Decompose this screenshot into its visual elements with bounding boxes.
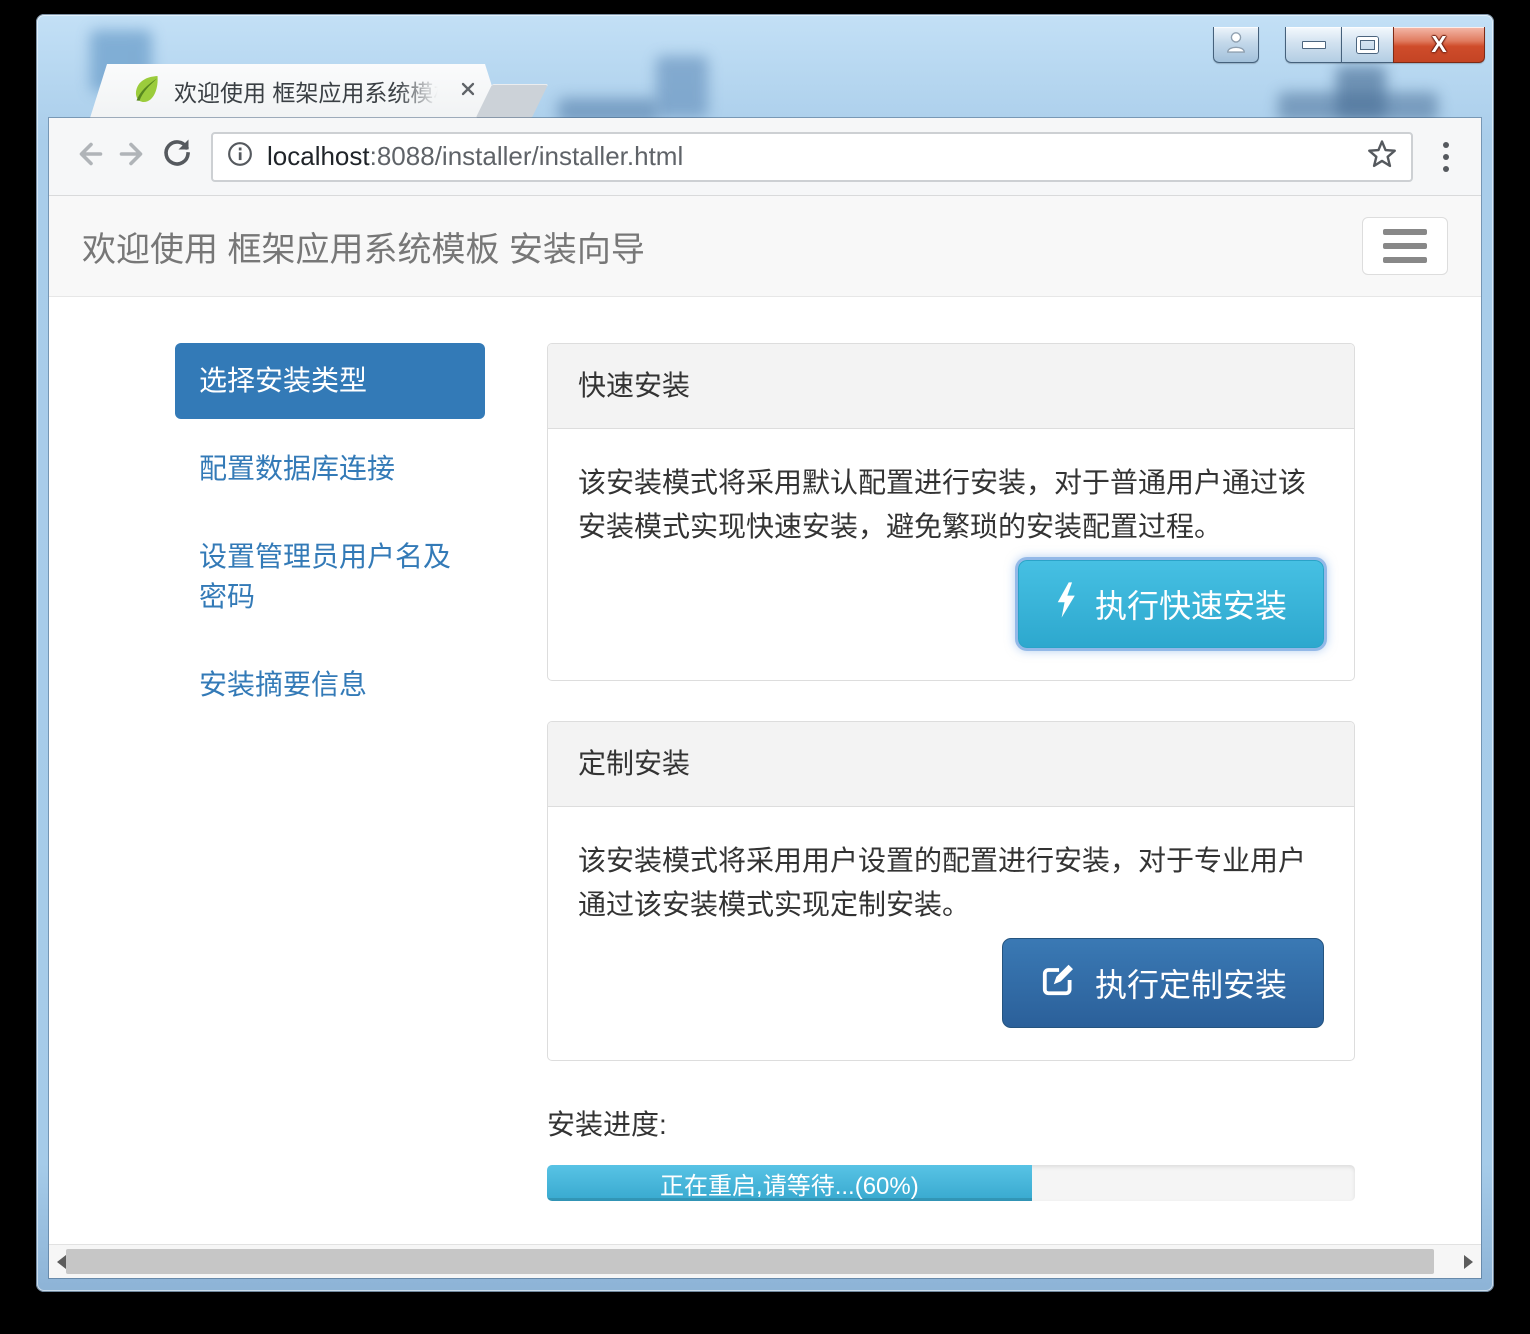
install-options: 快速安装 该安装模式将采用默认配置进行安装，对于普通用户通过该安装模式实现快速安…: [547, 343, 1355, 1061]
maximize-icon: [1357, 37, 1378, 53]
progress-bar: 正在重启,请等待...(60%): [547, 1165, 1355, 1201]
glass-blur-shape: [1336, 66, 1386, 118]
scroll-right-arrow-icon[interactable]: [1464, 1255, 1473, 1269]
minimize-button[interactable]: [1285, 27, 1341, 63]
kebab-menu-icon: [1443, 142, 1449, 148]
hamburger-icon: [1383, 229, 1427, 235]
panel-description: 该安装模式将采用默认配置进行安装，对于普通用户通过该安装模式实现快速安装，避免繁…: [578, 461, 1324, 549]
maximize-button[interactable]: [1341, 27, 1393, 63]
glass-blur-shape: [558, 98, 658, 118]
reload-button[interactable]: [155, 135, 199, 179]
page-navbar: 欢迎使用 框架应用系统模板 安装向导: [49, 196, 1481, 297]
window-controls: X: [1213, 27, 1485, 63]
main-content: 选择安装类型 配置数据库连接 设置管理员用户名及密码 安装摘要信息 快速安装 该…: [175, 343, 1481, 1061]
scrollbar-thumb[interactable]: [66, 1249, 1434, 1274]
address-bar[interactable]: localhost:8088/installer/installer.html: [211, 132, 1413, 182]
lightning-icon: [1055, 582, 1077, 626]
url-host: localhost: [267, 141, 370, 171]
forward-button[interactable]: [111, 135, 155, 179]
browser-tab[interactable]: 欢迎使用 框架应用系统模板 安装向导: [90, 64, 502, 118]
navbar-toggle-button[interactable]: [1362, 217, 1448, 275]
sidebar-item-install-type[interactable]: 选择安装类型: [175, 343, 485, 419]
horizontal-scrollbar[interactable]: [49, 1244, 1481, 1278]
sidebar-item-database-config[interactable]: 配置数据库连接: [175, 431, 485, 507]
install-progress-section: 安装进度: 正在重启,请等待...(60%): [547, 1103, 1355, 1201]
edit-icon: [1039, 960, 1077, 1006]
url-text[interactable]: localhost:8088/installer/installer.html: [267, 141, 683, 172]
progress-fill: 正在重启,请等待...(60%): [547, 1165, 1032, 1201]
tab-title: 欢迎使用 框架应用系统模板 安装向导: [174, 74, 446, 108]
forward-arrow-icon: [115, 136, 151, 177]
back-button[interactable]: [67, 135, 111, 179]
panel-description: 该安装模式将采用用户设置的配置进行安装，对于专业用户通过该安装模式实现定制安装。: [578, 839, 1324, 927]
sidebar-item-install-summary[interactable]: 安装摘要信息: [175, 647, 485, 723]
browser-window: X 欢迎使用 框架应用系统模板 安装向导: [36, 14, 1494, 1292]
url-path: :8088/installer/installer.html: [370, 141, 684, 171]
info-icon[interactable]: [227, 141, 253, 172]
custom-install-button[interactable]: 执行定制安装: [1002, 938, 1324, 1028]
browser-menu-button[interactable]: [1437, 136, 1455, 178]
back-arrow-icon: [71, 136, 107, 177]
glass-blur-shape: [656, 56, 708, 118]
browser-toolbar: localhost:8088/installer/installer.html: [49, 118, 1481, 196]
browser-chrome: localhost:8088/installer/installer.html …: [49, 118, 1481, 1278]
panel-title: 定制安装: [548, 722, 1354, 807]
sidebar-item-admin-account[interactable]: 设置管理员用户名及密码: [175, 519, 485, 635]
panel-title: 快速安装: [548, 344, 1354, 429]
leaf-favicon-icon: [130, 73, 162, 110]
quick-install-button[interactable]: 执行快速安装: [1018, 560, 1324, 648]
person-icon: [1225, 30, 1247, 59]
page-viewport: 欢迎使用 框架应用系统模板 安装向导 选择安装类型 配置数据库连接 设置管理员用…: [49, 196, 1481, 1244]
scroll-left-arrow-icon[interactable]: [57, 1255, 66, 1269]
minimize-icon: [1302, 41, 1326, 49]
page-title: 欢迎使用 框架应用系统模板 安装向导: [82, 222, 645, 271]
close-icon: X: [1431, 33, 1446, 56]
quick-install-panel: 快速安装 该安装模式将采用默认配置进行安装，对于普通用户通过该安装模式实现快速安…: [547, 343, 1355, 681]
wizard-steps-sidebar: 选择安装类型 配置数据库连接 设置管理员用户名及密码 安装摘要信息: [175, 343, 485, 1061]
reload-icon: [159, 136, 195, 177]
profile-button[interactable]: [1213, 27, 1259, 63]
custom-install-panel: 定制安装 该安装模式将采用用户设置的配置进行安装，对于专业用户通过该安装模式实现…: [547, 721, 1355, 1061]
tab-close-icon[interactable]: [458, 79, 478, 104]
close-window-button[interactable]: X: [1393, 27, 1485, 63]
bookmark-star-icon[interactable]: [1365, 137, 1399, 176]
progress-label: 安装进度:: [547, 1103, 1355, 1143]
progress-text: 正在重启,请等待...(60%): [660, 1166, 919, 1201]
